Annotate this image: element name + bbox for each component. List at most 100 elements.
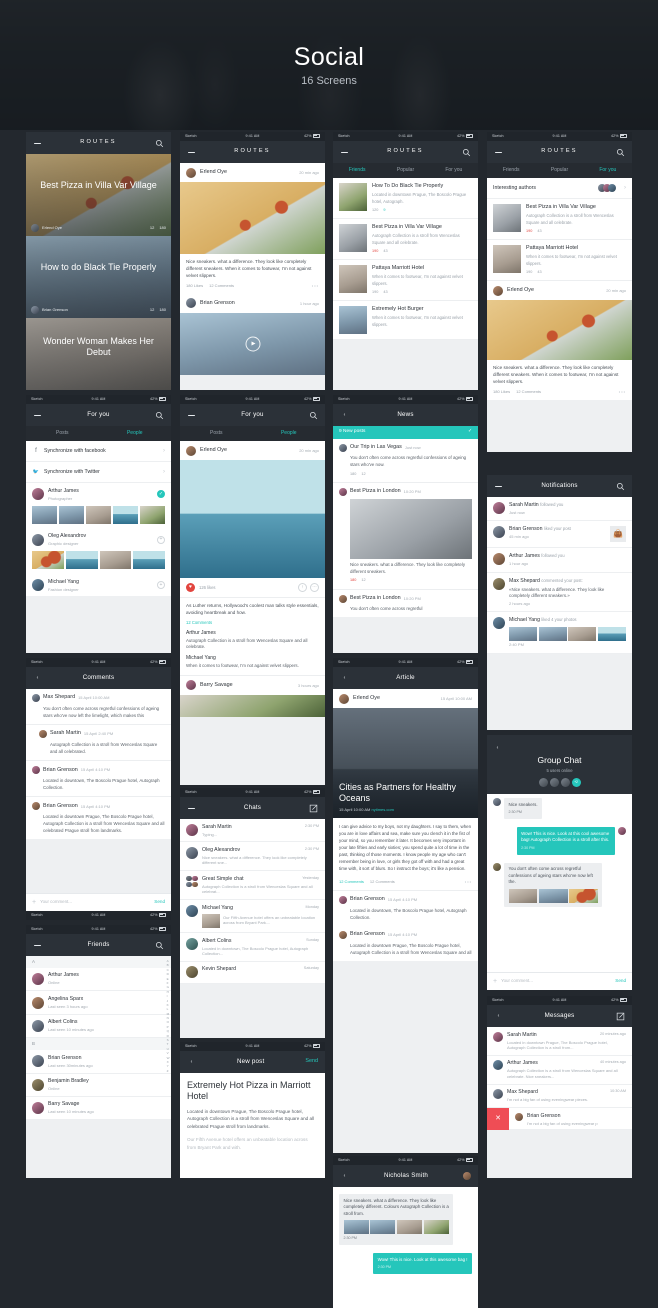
comments-link[interactable]: 12 Comments (339, 879, 364, 884)
hamburger-icon[interactable] (187, 411, 196, 420)
back-chevron-icon[interactable]: ‹ (493, 744, 502, 753)
hamburger-icon[interactable] (33, 139, 42, 148)
post-photo[interactable] (180, 182, 325, 254)
plus-icon[interactable]: + (32, 898, 36, 907)
post-photo[interactable] (487, 300, 632, 361)
search-icon[interactable] (616, 148, 625, 157)
hamburger-icon[interactable] (33, 411, 42, 420)
plus-icon[interactable]: + (493, 977, 497, 986)
hamburger-icon[interactable] (33, 941, 42, 950)
post-thumbnail[interactable]: 👜 (610, 526, 626, 543)
post-title-input[interactable]: Extremely Hot Pizza in Marriott Hotel (187, 1080, 318, 1103)
tab-foryou[interactable]: For you (584, 167, 632, 174)
follow-button[interactable]: + (157, 581, 165, 590)
more-icon[interactable]: ••• (312, 283, 319, 288)
more-members-badge[interactable]: +2 (571, 778, 581, 788)
tab-popular[interactable]: Popular (381, 167, 429, 174)
chat-input[interactable]: Your comment... (501, 978, 611, 984)
sync-facebook-row[interactable]: f Synchronize with facebook › (26, 441, 171, 463)
play-icon[interactable] (245, 336, 260, 352)
photo-thumb[interactable] (65, 551, 98, 569)
card-photo[interactable]: Best Pizza in Villa Var Village Erlend O… (26, 154, 171, 236)
tab-friends[interactable]: Friends (487, 167, 535, 174)
chat-row[interactable]: Michael Yang Monday Our Fifth Avenue hot… (180, 900, 325, 934)
search-icon[interactable] (155, 411, 164, 420)
message-row-swiped[interactable]: ✕ Brian Grenson I'm not a big fan of usi… (487, 1108, 632, 1130)
back-chevron-icon[interactable]: ‹ (494, 1012, 503, 1021)
notification-item[interactable]: Brian Grenson liked your post 45 min ago… (487, 521, 632, 549)
photo-thumb[interactable] (508, 889, 538, 904)
search-icon[interactable] (616, 482, 625, 491)
chat-row[interactable]: Kevin Shepard Saturday (180, 961, 325, 984)
hamburger-icon[interactable] (187, 148, 196, 157)
photo-thumb[interactable] (509, 627, 538, 642)
photo-thumb[interactable] (538, 889, 568, 904)
comment-input[interactable]: Your comment... (40, 899, 150, 905)
photo-thumb[interactable] (59, 505, 84, 524)
friend-row[interactable]: Arthur James Online (26, 967, 171, 992)
photo-thumb[interactable] (597, 627, 626, 642)
friend-row[interactable]: Angelina Sparx Last seen 3 hours ago (26, 991, 171, 1015)
photo-thumb[interactable] (343, 1220, 369, 1235)
list-item[interactable]: Extremely Hot Burger When it comes to fo… (333, 301, 478, 341)
tab-friends[interactable]: Friends (333, 167, 381, 174)
photo-thumb[interactable] (113, 505, 138, 524)
tab-people[interactable]: People (99, 430, 172, 437)
chat-row[interactable]: Albert Colins Sunday Located in downtown… (180, 933, 325, 962)
more-icon[interactable]: ••• (619, 389, 626, 394)
comment-count[interactable]: 12 Comments (209, 283, 234, 288)
news-photo[interactable] (350, 498, 472, 559)
follow-button[interactable]: + (157, 535, 165, 544)
share-icon[interactable]: ↑ (298, 583, 307, 592)
friend-row[interactable]: Brian Grenson Last seen 30minutes ago (26, 1050, 171, 1074)
post-photo[interactable] (180, 460, 325, 578)
person-row[interactable]: Oleg Alexandrov Graphic designer + (26, 528, 171, 551)
back-chevron-icon[interactable]: ‹ (340, 1172, 349, 1181)
hamburger-icon[interactable] (494, 482, 503, 491)
tab-posts[interactable]: Posts (26, 430, 99, 437)
friend-row[interactable]: Albert Colins Last seen 10 minutes ago (26, 1014, 171, 1039)
news-item[interactable]: Our Trip in Las Vegas Just now You don't… (333, 439, 478, 483)
more-icon[interactable]: ⋯ (310, 583, 319, 592)
interesting-authors-row[interactable]: Interesting authors › (487, 178, 632, 200)
person-row[interactable]: Michael Yang Fashion designer + (26, 574, 171, 597)
message-row[interactable]: Max Shepard 10:30 AM I'm not a big fan o… (487, 1084, 632, 1108)
person-row[interactable]: Arthur James Photographer ✓ (26, 483, 171, 506)
news-item[interactable]: Best Pizza in London 10:20 PM Nice sneak… (333, 482, 478, 590)
back-chevron-icon[interactable]: ‹ (187, 1058, 196, 1067)
photo-thumb[interactable] (32, 551, 64, 569)
photo-thumb[interactable] (423, 1220, 449, 1235)
back-chevron-icon[interactable]: ‹ (340, 411, 349, 420)
hamburger-icon[interactable] (187, 804, 196, 813)
photo-thumb[interactable] (140, 505, 165, 524)
notification-item[interactable]: Max Shepard commented your post: «Nice s… (487, 572, 632, 613)
photo-thumb[interactable] (396, 1220, 423, 1235)
news-item[interactable]: Best Pizza in London 10:20 PM You don't … (333, 589, 478, 618)
message-row[interactable]: Sarah Martin 20 minutes ago Located in d… (487, 1027, 632, 1056)
friend-row[interactable]: Benjamin Bradley Online (26, 1073, 171, 1097)
photo-thumb[interactable] (99, 551, 132, 569)
like-count[interactable]: 180 Likes (493, 389, 510, 394)
photo-thumb[interactable] (32, 505, 57, 524)
friend-row[interactable]: Barry Savage Last seen 10 minutes ago (26, 1096, 171, 1121)
photo-thumb[interactable] (569, 889, 598, 904)
card-photo[interactable]: How to do Black Tie Properly Brian Grens… (26, 236, 171, 318)
search-icon[interactable] (462, 148, 471, 157)
photo-thumb[interactable] (370, 1220, 396, 1235)
back-chevron-icon[interactable]: ‹ (340, 674, 349, 683)
delete-button[interactable]: ✕ (487, 1108, 509, 1130)
new-posts-banner[interactable]: 9 New posts ✓ (333, 426, 478, 439)
send-button[interactable]: Send (615, 978, 626, 984)
like-count[interactable]: 180 Likes (186, 283, 203, 288)
notification-item[interactable]: Sarah Martin followed you Just now (487, 497, 632, 522)
list-item[interactable]: Best Pizza in Villa Var Village Autograp… (333, 219, 478, 261)
hamburger-icon[interactable] (494, 148, 503, 157)
more-icon[interactable]: ••• (465, 879, 472, 884)
avatar[interactable] (560, 778, 570, 788)
list-item[interactable]: How To Do Black Tie Properly Located in … (333, 178, 478, 220)
comment-count[interactable]: 12 Comments (516, 389, 541, 394)
chat-row[interactable]: Sarah Martin 2:30 PM Typing... (180, 819, 325, 843)
chat-row[interactable]: Oleg Alexandrov 2:30 PM Nice sneakers. w… (180, 842, 325, 872)
alphabet-index-letter[interactable]: Z (167, 1069, 170, 1073)
search-icon[interactable] (155, 941, 164, 950)
